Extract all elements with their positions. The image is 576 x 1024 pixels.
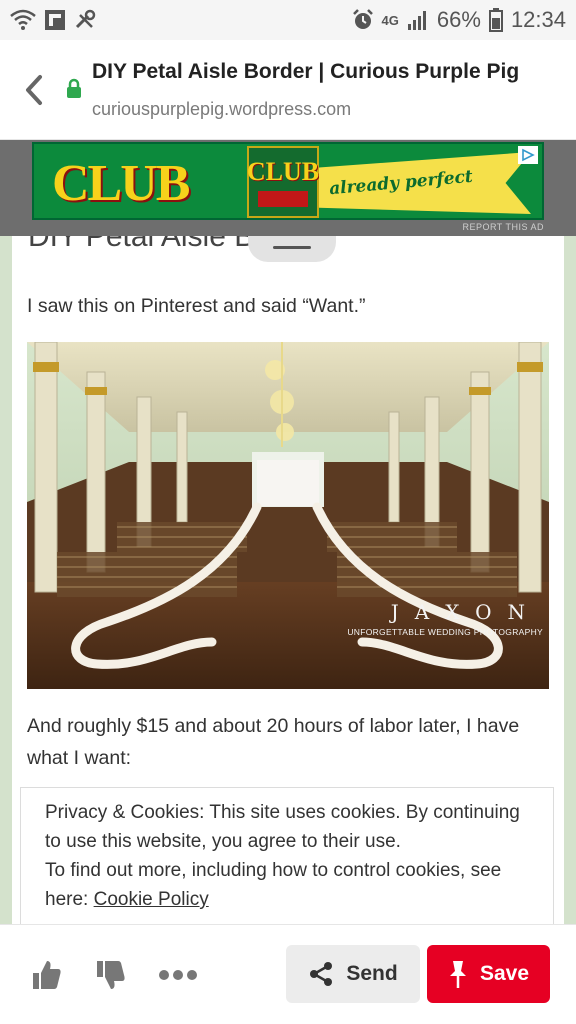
ad-pack-label bbox=[258, 191, 308, 207]
photo-watermark-subtitle: UNFORGETTABLE WEDDING PHOTOGRAPHY bbox=[347, 627, 543, 637]
flipboard-icon bbox=[44, 9, 66, 31]
cookie-banner: Privacy & Cookies: This site uses cookie… bbox=[20, 787, 554, 924]
drag-handle[interactable] bbox=[248, 236, 336, 262]
cookie-text: Privacy & Cookies: This site uses cookie… bbox=[45, 802, 520, 852]
page-header: DIY Petal Aisle Border | Curious Purple … bbox=[0, 40, 576, 140]
page-url[interactable]: curiouspurplepig.wordpress.com bbox=[92, 99, 351, 120]
clock-time: 12:34 bbox=[510, 7, 566, 32]
article-paragraph: And roughly $15 and about 20 hours of la… bbox=[27, 715, 520, 769]
ad-bar: CLUB CLUB already perfect REPORT THIS AD bbox=[0, 140, 576, 236]
advertisement[interactable]: CLUB CLUB already perfect bbox=[32, 142, 544, 220]
thumbs-down-button[interactable] bbox=[90, 955, 130, 995]
article-paragraph: I saw this on Pinterest and said “Want.” bbox=[27, 295, 366, 317]
cookie-policy-link[interactable]: Cookie Policy bbox=[94, 889, 209, 910]
alarm-icon bbox=[352, 9, 374, 31]
status-right: 4G 66% 12:34 bbox=[352, 7, 566, 33]
status-bar: 4G 66% 12:34 bbox=[0, 0, 576, 40]
wifi-icon bbox=[10, 9, 36, 31]
send-label: Send bbox=[346, 962, 398, 985]
status-left bbox=[10, 9, 98, 31]
pin-icon bbox=[449, 961, 466, 988]
save-label: Save bbox=[479, 962, 530, 985]
back-button[interactable] bbox=[18, 72, 50, 108]
thumbs-up-icon bbox=[33, 961, 61, 989]
share-icon bbox=[310, 962, 333, 986]
photo-watermark: JAXON bbox=[390, 600, 541, 624]
save-button[interactable]: Save bbox=[427, 945, 550, 1003]
ad-brand-logo: CLUB bbox=[52, 155, 190, 212]
cookie-more-text: To find out more, including how to contr… bbox=[45, 856, 529, 914]
page-title: DIY Petal Aisle Border | Curious Purple … bbox=[92, 60, 520, 83]
ad-pack-brand: CLUB bbox=[246, 157, 320, 186]
thumbs-down-icon bbox=[97, 961, 125, 989]
drag-handle-bar bbox=[273, 245, 311, 249]
more-options-button[interactable] bbox=[158, 955, 198, 995]
ad-choices-icon[interactable] bbox=[518, 146, 538, 164]
lock-icon bbox=[66, 78, 82, 98]
chevron-left-icon bbox=[26, 75, 42, 105]
wedding-ballroom-photo[interactable]: JAXON UNFORGETTABLE WEDDING PHOTOGRAPHY bbox=[27, 342, 549, 689]
ad-banner-ribbon: already perfect bbox=[319, 152, 531, 214]
battery-percent: 66% bbox=[436, 7, 481, 32]
ad-tagline: already perfect bbox=[328, 166, 474, 200]
thumbs-up-button[interactable] bbox=[26, 955, 66, 995]
content-area: DIY Petal Aisle B I saw this on Pinteres… bbox=[0, 236, 576, 924]
tools-icon bbox=[74, 9, 98, 31]
bottom-toolbar: Send Save bbox=[0, 924, 576, 1024]
article-body: DIY Petal Aisle B I saw this on Pinteres… bbox=[12, 236, 564, 924]
more-dots-icon bbox=[159, 970, 197, 980]
signal-icon bbox=[407, 10, 429, 30]
send-button[interactable]: Send bbox=[286, 945, 420, 1003]
battery-icon bbox=[488, 8, 503, 32]
report-ad-link[interactable]: REPORT THIS AD bbox=[462, 222, 544, 232]
ad-product-image: CLUB bbox=[247, 146, 319, 218]
network-type: 4G bbox=[381, 12, 399, 28]
post-title: DIY Petal Aisle B bbox=[28, 236, 255, 253]
